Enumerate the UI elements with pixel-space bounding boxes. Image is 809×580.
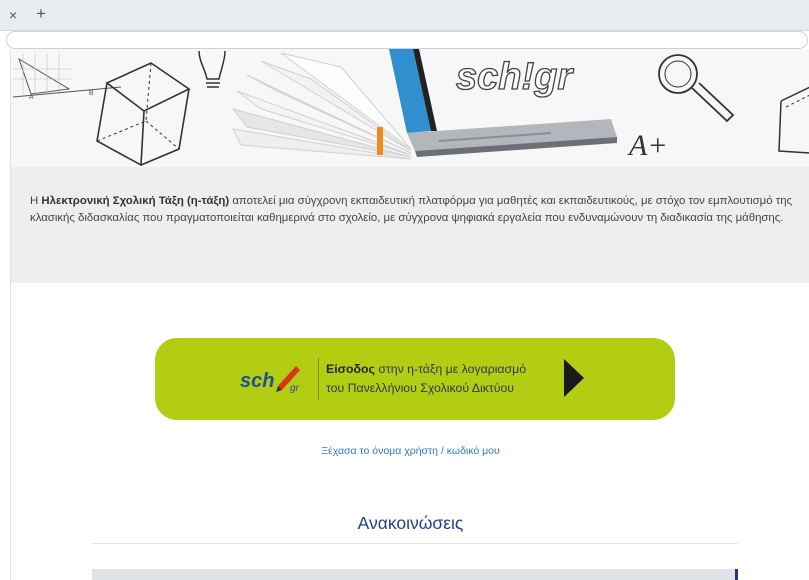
- announcements-title: Ανακοινώσεις: [357, 513, 464, 533]
- sch-gr-logo-icon: sch gr: [240, 366, 300, 394]
- grade-sketch-text: A+: [627, 129, 668, 162]
- cube-sketch-icon: [96, 62, 191, 167]
- svg-text:A: A: [29, 94, 34, 101]
- login-line2: του Πανελλήνιου Σχολικού Δικτύου: [326, 381, 515, 395]
- intro-bold-title: Ηλεκτρονική Σχολική Τάξη (η-τάξη): [41, 195, 230, 207]
- address-bar[interactable]: [6, 31, 808, 49]
- svg-text:B: B: [89, 90, 94, 97]
- login-bold-label: Είσοδος: [326, 362, 375, 376]
- magnifier-sketch-icon: [658, 54, 735, 123]
- open-book-icon: [231, 52, 412, 160]
- login-logo-gr: gr: [290, 383, 300, 394]
- intro-prefix: Η: [30, 195, 42, 207]
- login-text: Είσοδος στην η-τάξη με λογαριασμό του Πα…: [326, 360, 566, 398]
- login-logo-sch: sch: [240, 370, 274, 392]
- announcement-item[interactable]: [92, 569, 738, 580]
- login-divider: [318, 358, 319, 400]
- page-content: A B sch!gr A+ Η Ηλεκτρονική Σχολική Τάξη…: [10, 49, 809, 580]
- close-tab-icon[interactable]: ×: [9, 7, 17, 23]
- login-line1: στην η-τάξη με λογαριασμό: [374, 362, 527, 376]
- intro-section: Η Ηλεκτρονική Σχολική Τάξη (η-τάξη) αποτ…: [11, 167, 809, 283]
- banner-logo-text: sch!gr: [456, 56, 574, 98]
- right-cube-sketch-icon: [778, 86, 809, 154]
- browser-tab-bar: × +: [0, 0, 809, 31]
- new-tab-icon[interactable]: +: [36, 4, 46, 24]
- announcements-divider: [92, 543, 738, 544]
- header-banner: A B sch!gr A+: [11, 49, 809, 167]
- banner-illustration: A B sch!gr A+: [12, 49, 809, 167]
- login-button[interactable]: sch gr Είσοδος στην η-τάξη με λογαριασμό…: [155, 338, 675, 420]
- arrow-right-icon: [564, 359, 584, 397]
- intro-text: Η Ηλεκτρονική Σχολική Τάξη (η-τάξη) αποτ…: [30, 193, 795, 227]
- forgot-credentials-link[interactable]: Ξέχασα το όνομα χρήστη / κωδικό μου: [11, 445, 809, 457]
- light-bulb-sketch-icon: [198, 50, 226, 88]
